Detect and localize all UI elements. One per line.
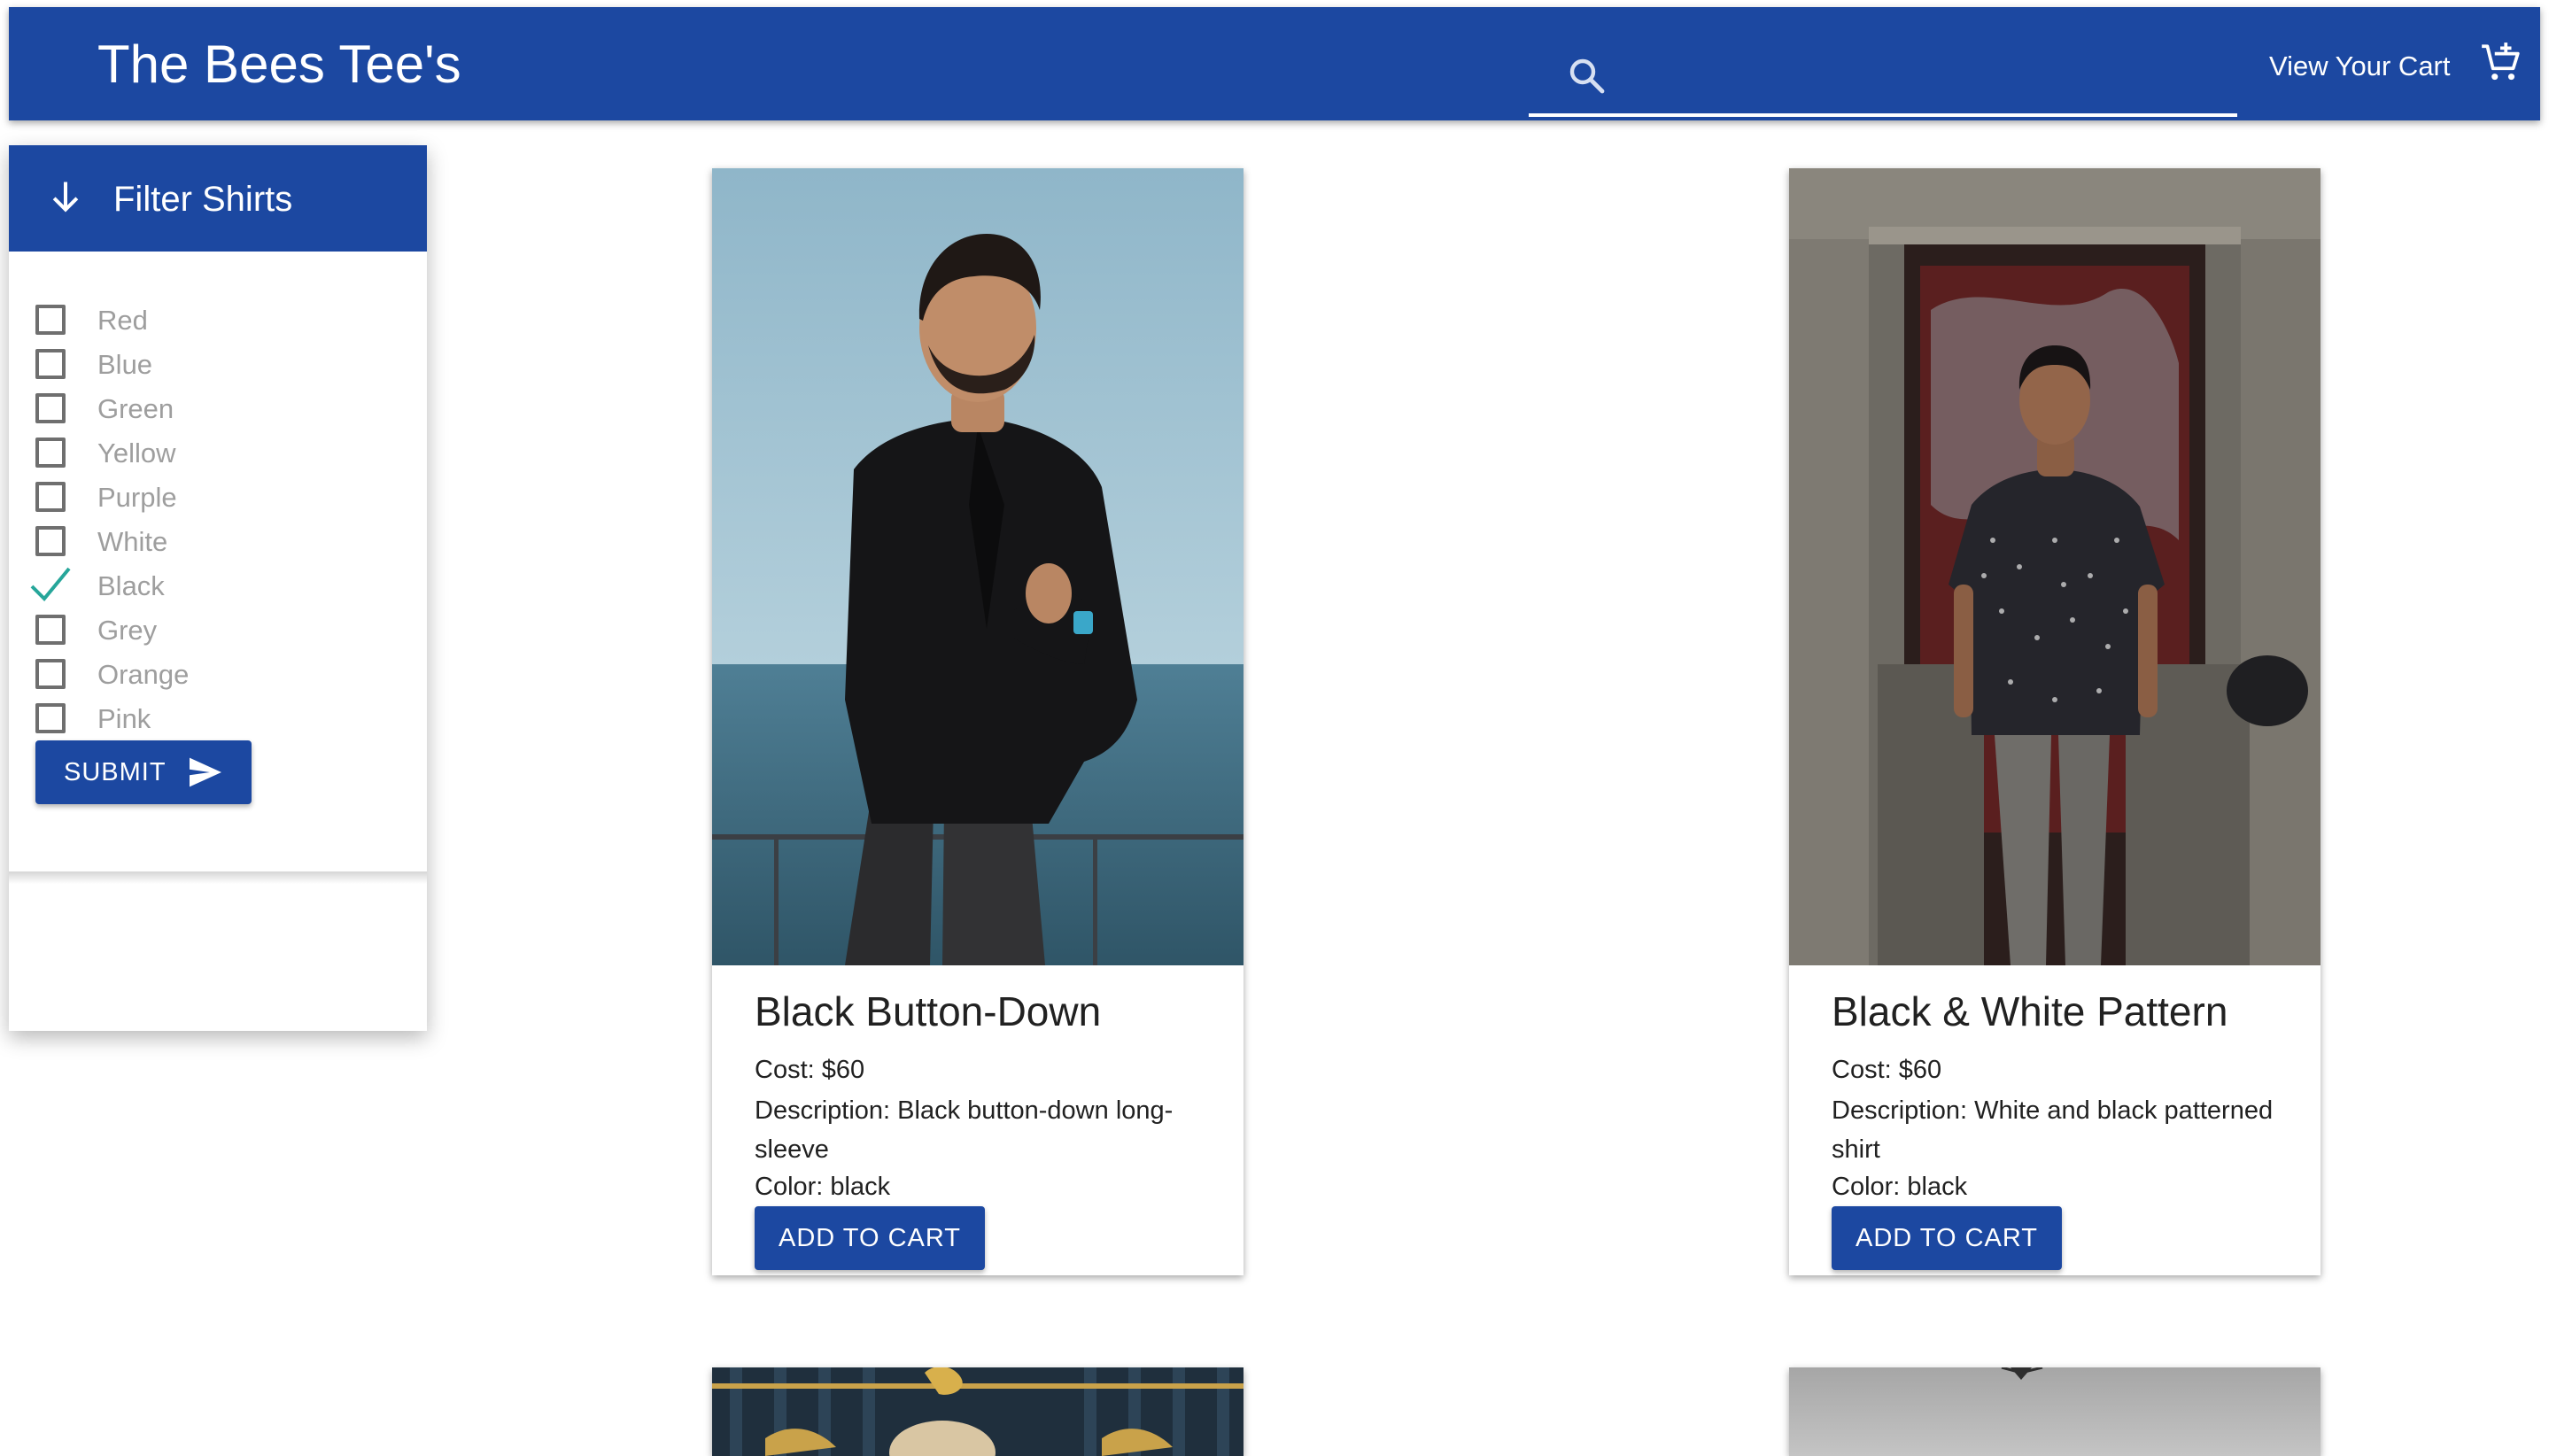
filter-option-orange[interactable]: Orange — [25, 652, 397, 696]
product-cost: Cost: $60 — [1832, 1056, 1942, 1084]
filter-option-black[interactable]: Black — [25, 563, 397, 608]
filter-option-purple[interactable]: Purple — [25, 475, 397, 519]
checkbox[interactable] — [35, 438, 66, 468]
filter-title: Filter Shirts — [113, 180, 293, 219]
filter-option-label: Purple — [97, 482, 177, 513]
filter-option-grey[interactable]: Grey — [25, 608, 397, 652]
filter-option-label: Red — [97, 305, 148, 336]
product-color: Color: black — [755, 1173, 891, 1201]
search-bar — [1529, 28, 2237, 120]
checkbox[interactable] — [35, 615, 66, 645]
filter-option-green[interactable]: Green — [25, 386, 397, 430]
add-to-cart-button[interactable]: ADD TO CART — [755, 1206, 985, 1270]
product-image — [1789, 1367, 2320, 1456]
checkbox[interactable] — [35, 349, 66, 379]
filter-panel: Filter Shirts Red Blue Green Yellow Purp… — [9, 145, 427, 1031]
product-image — [712, 1367, 1244, 1456]
filter-option-white[interactable]: White — [25, 519, 397, 563]
filter-option-label: Blue — [97, 349, 153, 380]
search-input[interactable] — [1626, 44, 2228, 106]
filter-option-red[interactable]: Red — [25, 298, 397, 342]
filter-option-blue[interactable]: Blue — [25, 342, 397, 386]
add-to-cart-button[interactable]: ADD TO CART — [1832, 1206, 2062, 1270]
filter-option-label: Pink — [97, 703, 151, 734]
app-bar: The Bees Tee's View Your Cart — [9, 7, 2540, 120]
search-underline — [1529, 113, 2237, 117]
product-card: Black & White Pattern Cost: $60 Descript… — [1789, 168, 2320, 1275]
checkbox[interactable] — [35, 393, 66, 423]
search-icon — [1569, 58, 1605, 94]
view-cart-link[interactable]: View Your Cart — [2269, 46, 2451, 87]
submit-button[interactable]: SUBMIT — [35, 740, 252, 804]
filter-option-label: White — [97, 526, 168, 557]
checkbox[interactable] — [35, 703, 66, 733]
product-image — [712, 168, 1244, 965]
filter-option-label: Green — [97, 393, 174, 424]
product-color: Color: black — [1832, 1173, 1968, 1201]
product-description: Description: Black button-down long-slee… — [755, 1096, 1174, 1164]
panel-divider — [9, 871, 427, 884]
product-image — [1789, 168, 2320, 965]
checkbox[interactable] — [35, 482, 66, 512]
submit-label: SUBMIT — [64, 758, 167, 786]
filter-option-pink[interactable]: Pink — [25, 696, 397, 740]
brand-title[interactable]: The Bees Tee's — [97, 34, 461, 96]
product-card: Black Button-Down Cost: $60 Description:… — [712, 168, 1244, 1275]
checkbox[interactable] — [35, 526, 66, 556]
add-shopping-cart-icon[interactable] — [2478, 41, 2522, 85]
filter-option-label: Orange — [97, 659, 190, 690]
arrow-down-icon — [52, 182, 79, 213]
product-description: Description: White and black patterned s… — [1832, 1096, 2274, 1164]
checkbox[interactable] — [35, 659, 66, 689]
filter-option-label: Black — [97, 570, 165, 601]
filter-option-yellow[interactable]: Yellow — [25, 430, 397, 475]
send-icon — [190, 757, 221, 787]
check-icon[interactable] — [28, 563, 73, 604]
filter-option-label: Yellow — [97, 438, 176, 469]
product-card — [1789, 1367, 2320, 1456]
product-title: Black Button-Down — [755, 988, 1102, 1034]
checkbox[interactable] — [35, 305, 66, 335]
filter-option-label: Grey — [97, 615, 158, 646]
product-title: Black & White Pattern — [1832, 988, 2228, 1034]
product-cost: Cost: $60 — [755, 1056, 865, 1084]
product-card — [712, 1367, 1244, 1456]
filter-toggle[interactable]: Filter Shirts — [9, 145, 427, 252]
